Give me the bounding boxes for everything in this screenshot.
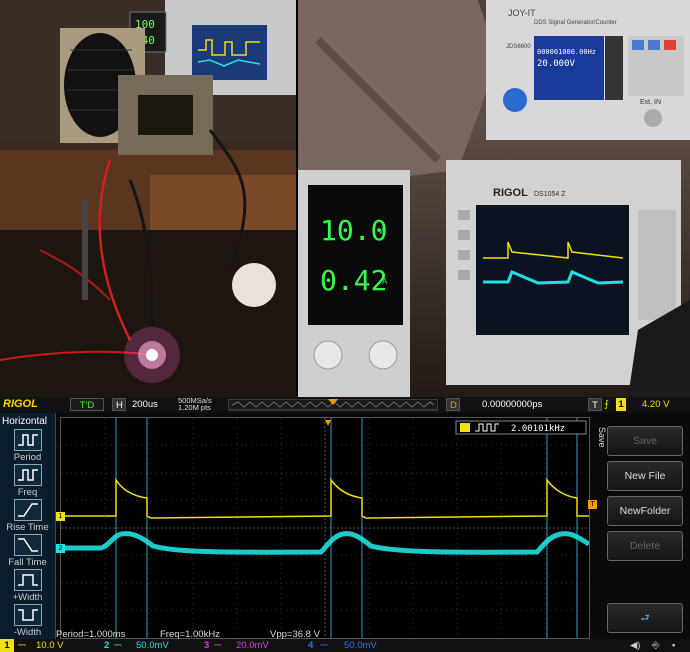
delete-button[interactable]: Delete: [607, 531, 683, 561]
coil-setup-illustration: 100 840: [0, 0, 296, 397]
scope-top-bar: RIGOL T'D H 200us 500MSa/s 1.20M pts D 0…: [0, 397, 690, 413]
ch2-badge[interactable]: 2: [104, 639, 109, 652]
ch4-badge[interactable]: 4: [308, 639, 313, 652]
psu-current-unit: A: [382, 277, 388, 286]
measure-pos-width-button[interactable]: +Width: [0, 569, 55, 603]
save-button[interactable]: Save: [607, 426, 683, 456]
sound-icon: ◀): [630, 640, 641, 651]
ch3-badge[interactable]: 3: [204, 639, 209, 652]
siggen-title: DDS Signal Generator/Counter: [534, 20, 617, 26]
siggen-model: JDS6600: [506, 44, 531, 50]
timebase-label[interactable]: H: [112, 398, 126, 411]
siggen-freq: 000001000.00Hz: [537, 48, 596, 56]
horizontal-measure-menu: Horizontal Period Freq Rise Time Fall Ti…: [0, 413, 56, 639]
save-menu: Save Save New File NewFolder Delete ⮐: [597, 413, 690, 639]
period-icon: [13, 429, 42, 451]
trigger-status: T'D: [70, 398, 104, 411]
channel-bar: 1 ⎓ 10.0 V 2 ⎓ 50.0mV 3 ⎓ 20.0mV 4 ⎓ 50.…: [0, 639, 690, 652]
ch1-scale[interactable]: 10.0 V: [36, 639, 63, 652]
new-file-button[interactable]: New File: [607, 461, 683, 491]
siggen-brand: JOY-IT: [508, 8, 536, 18]
delay-value[interactable]: 0.00000000ps: [482, 398, 542, 411]
measure-freq-button[interactable]: Freq: [0, 464, 55, 498]
photo-scope-brand: RIGOL: [493, 187, 528, 199]
usb-icon: ⎆: [652, 640, 660, 651]
timebase-value[interactable]: 200us: [132, 398, 158, 411]
horizontal-menu-title: Horizontal: [2, 416, 48, 427]
ch2-scale[interactable]: 50.0mV: [136, 639, 169, 652]
lab-instruments-illustration: JOY-IT DDS Signal Generator/Counter JDS6…: [298, 0, 690, 397]
back-button[interactable]: ⮐: [607, 603, 683, 633]
oscilloscope-screen: RIGOL T'D H 200us 500MSa/s 1.20M pts D 0…: [0, 397, 690, 652]
measure-fall-time-button[interactable]: Fall Time: [0, 534, 55, 568]
trigger-level-marker[interactable]: T: [588, 500, 597, 509]
fall-time-icon: [13, 534, 42, 556]
ch2-level-marker[interactable]: 2: [56, 544, 65, 553]
neg-width-icon: [13, 604, 42, 626]
ch4-scale[interactable]: 50.0mV: [344, 639, 377, 652]
freq-icon: [13, 464, 42, 486]
trigger-edge-icon: ⨍: [604, 399, 609, 410]
ch3-scale[interactable]: 20.0mV: [236, 639, 269, 652]
measure-period-button[interactable]: Period: [0, 429, 55, 463]
pos-width-icon: [13, 569, 42, 591]
delay-label[interactable]: D: [446, 398, 460, 411]
trigger-label[interactable]: T: [588, 398, 602, 411]
memory-depth: 1.20M pts: [178, 403, 211, 412]
lan-icon: ▪: [672, 640, 676, 651]
ch1-coupling-icon: ⎓: [18, 640, 26, 651]
siggen-ext-in: Ext. IN: [640, 99, 661, 106]
photo-lab-instruments: JOY-IT DDS Signal Generator/Counter JDS6…: [298, 0, 690, 397]
scope-brand-logo: RIGOL: [3, 398, 38, 410]
psu-current: 0.42: [320, 264, 387, 297]
siggen-ampl: 20.000V: [537, 59, 576, 69]
new-folder-button[interactable]: NewFolder: [607, 496, 683, 526]
waveform-grid-svg: 2.00101kHz: [61, 418, 591, 638]
rise-time-icon: [13, 499, 42, 521]
waveform-position-bar: [228, 399, 438, 411]
ch1-badge[interactable]: 1: [0, 639, 14, 652]
photo-scope-model: DS1054 Z: [534, 191, 566, 198]
ch3-coupling-icon: ⎓: [214, 640, 222, 651]
photo-coil-setup: 100 840: [0, 0, 296, 397]
ch2-coupling-icon: ⎓: [114, 640, 122, 651]
freq-counter-readout: 2.00101kHz: [511, 424, 565, 434]
save-menu-title: Save: [597, 427, 607, 448]
ch4-coupling-icon: ⎓: [320, 640, 328, 651]
measure-rise-time-button[interactable]: Rise Time: [0, 499, 55, 533]
measure-neg-width-button[interactable]: -Width: [0, 604, 55, 638]
trigger-source: 1: [616, 398, 626, 411]
ch1-level-marker[interactable]: 1: [56, 512, 65, 521]
trigger-level[interactable]: 4.20 V: [642, 398, 669, 411]
waveform-display[interactable]: 2.00101kHz: [60, 417, 591, 639]
psu-voltage-unit: V: [378, 227, 384, 236]
